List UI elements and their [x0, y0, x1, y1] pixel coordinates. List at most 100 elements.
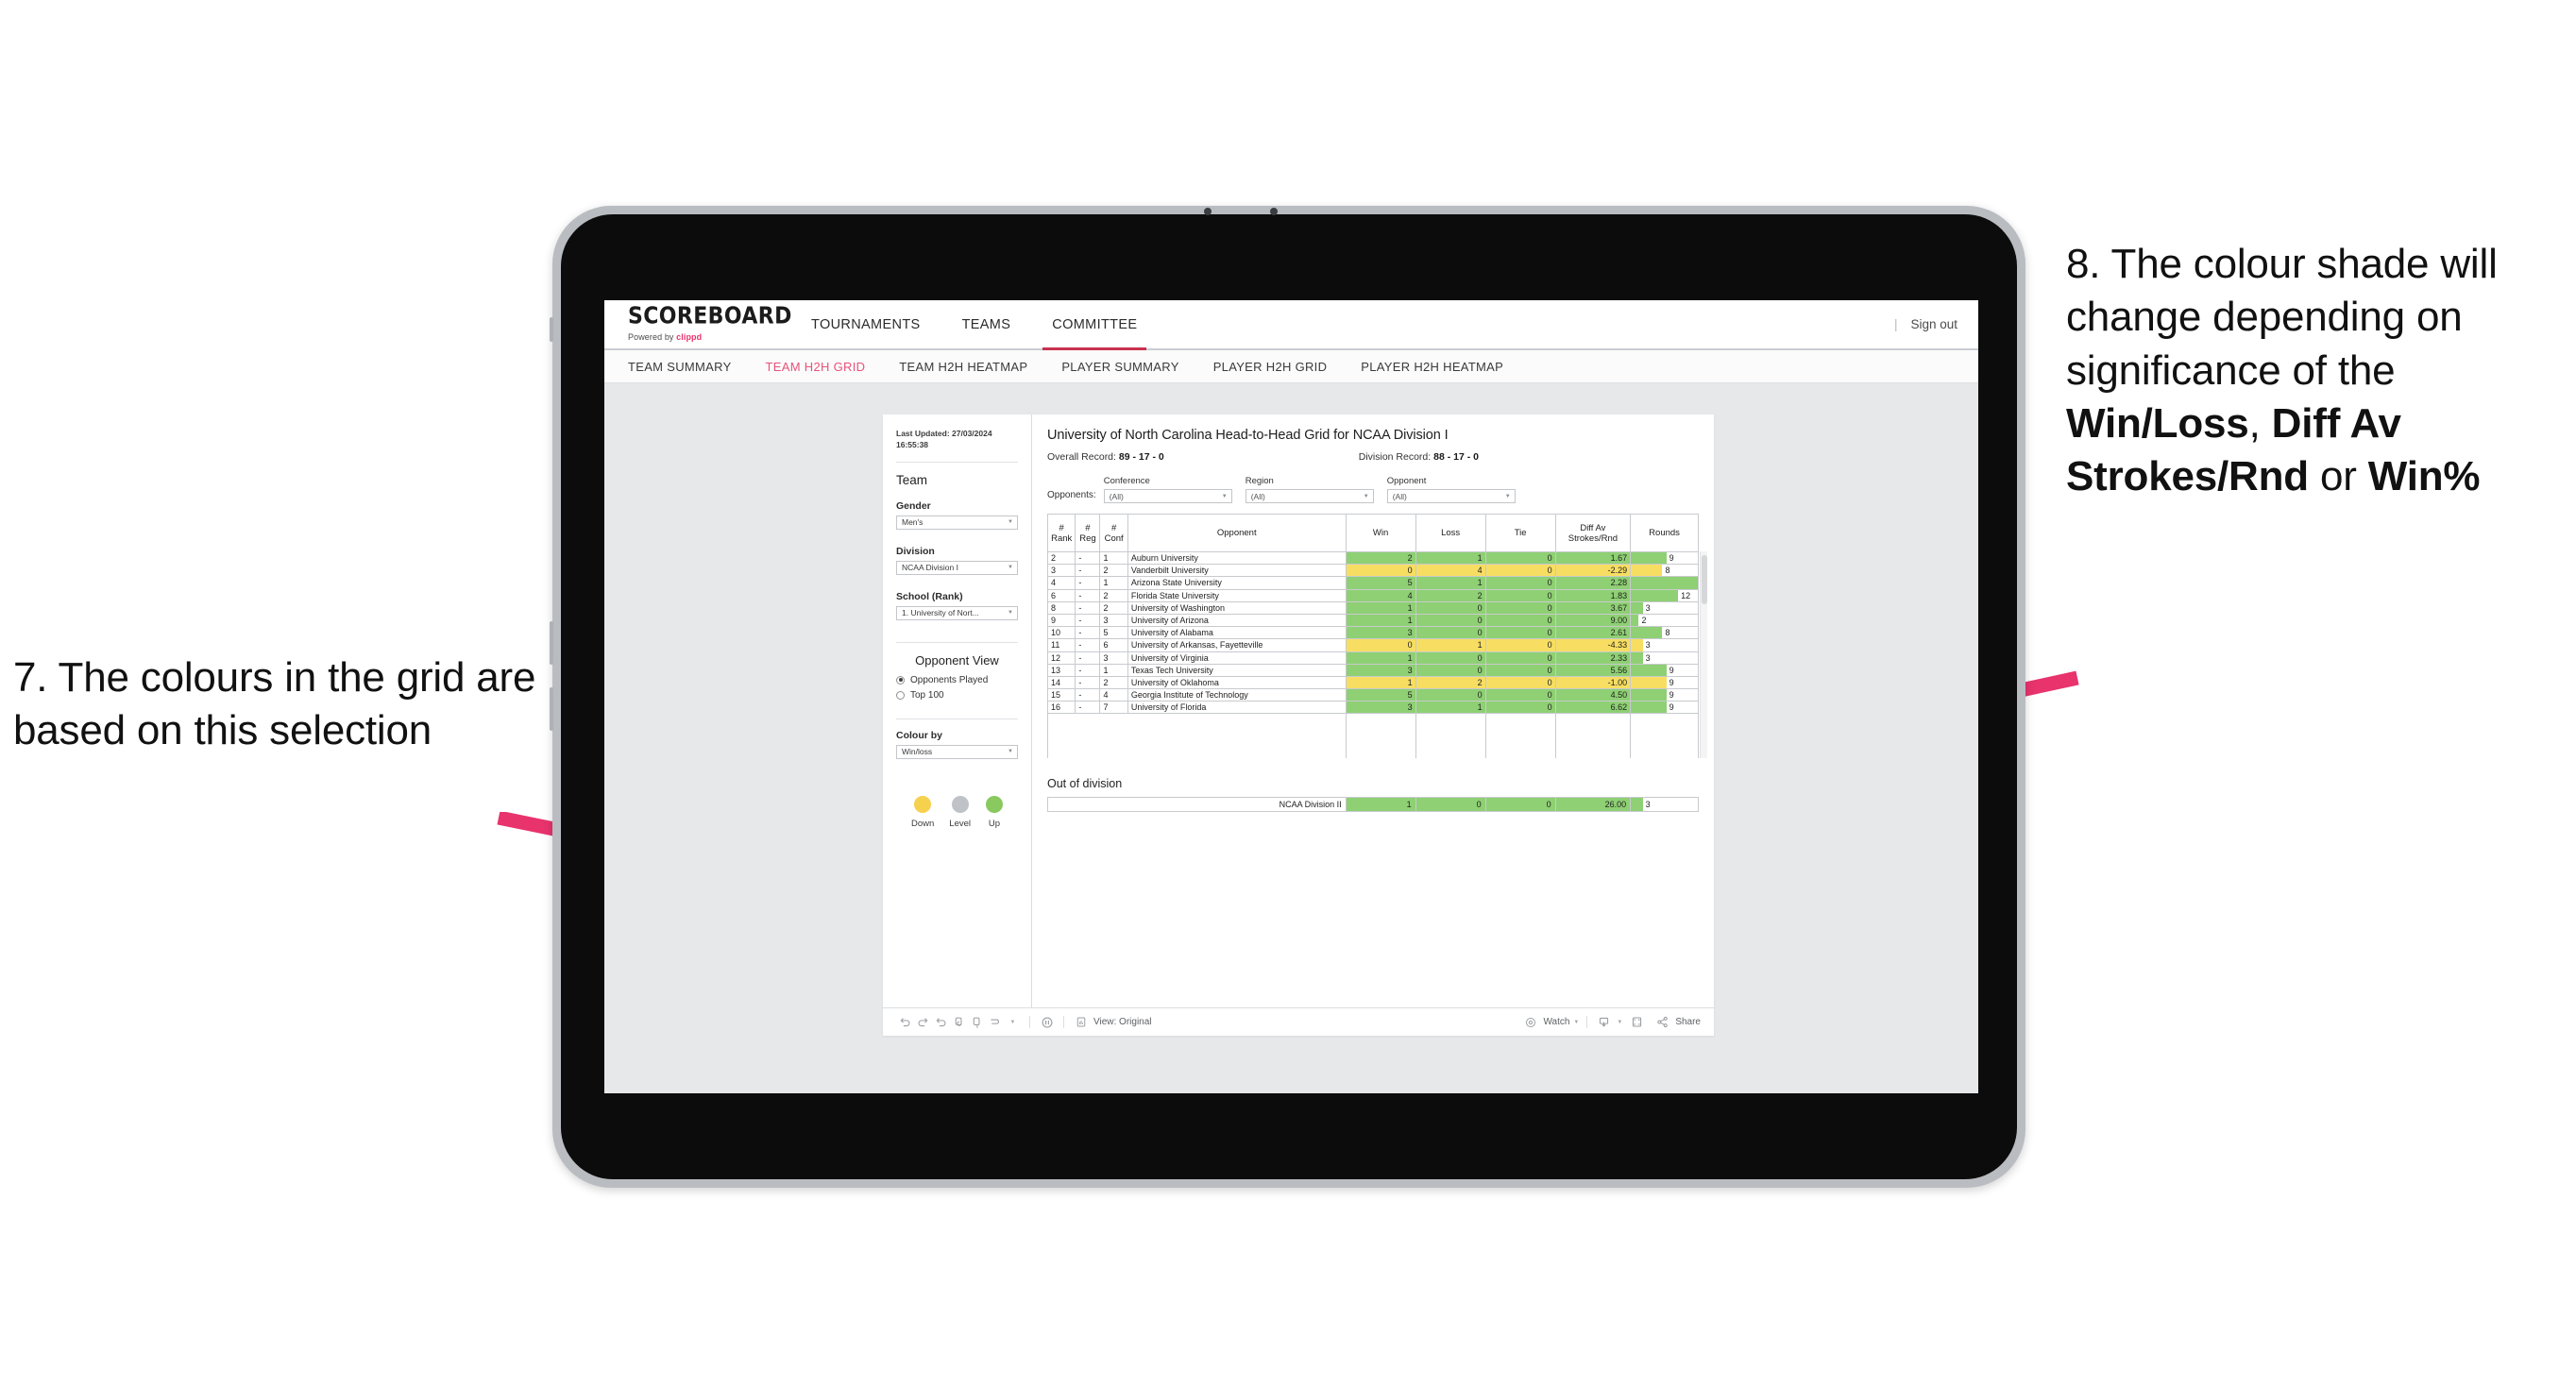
cell-rank[interactable]: 4: [1046, 576, 1076, 590]
cell-conf[interactable]: 5: [1099, 626, 1128, 640]
gender-select[interactable]: Men's ▼: [896, 515, 1018, 530]
table-row[interactable]: 16-7 University of Florida 3 1 0 6.62 9: [1046, 701, 1699, 715]
refresh-icon[interactable]: [950, 1015, 968, 1030]
reset-icon[interactable]: [986, 1015, 1004, 1030]
cell-win[interactable]: 5: [1345, 688, 1416, 702]
col-conf[interactable]: # Conf: [1099, 514, 1128, 552]
cell-reg[interactable]: -: [1075, 626, 1101, 640]
cell-loss[interactable]: 0: [1415, 688, 1486, 702]
col-rank[interactable]: # Rank: [1046, 514, 1076, 552]
cell-win[interactable]: 1: [1345, 613, 1416, 628]
subnav-team-h2h-grid[interactable]: TEAM H2H GRID: [766, 360, 866, 374]
cell-conf[interactable]: 1: [1099, 576, 1128, 590]
cell-win[interactable]: 3: [1345, 701, 1416, 715]
cell-diff[interactable]: 3.67: [1554, 600, 1632, 615]
cell-win[interactable]: 3: [1345, 663, 1416, 677]
cell-tie[interactable]: 0: [1484, 550, 1556, 566]
col-reg[interactable]: # Reg: [1075, 514, 1101, 552]
col-diff-av-strokes[interactable]: Diff Av Strokes/Rnd: [1554, 514, 1632, 552]
cell-loss[interactable]: 2: [1415, 588, 1486, 602]
school-rank-select[interactable]: 1. University of Nort... ▼: [896, 605, 1018, 620]
cell-diff[interactable]: 1.83: [1554, 588, 1632, 602]
radio-top-100[interactable]: Top 100: [896, 690, 1018, 701]
table-row[interactable]: 3-2 Vanderbilt University 0 4 0 -2.29 8: [1046, 564, 1699, 578]
col-tie[interactable]: Tie: [1484, 514, 1556, 552]
cell-win[interactable]: 4: [1345, 588, 1416, 602]
cell-reg[interactable]: -: [1075, 600, 1101, 615]
cell-rank[interactable]: 9: [1046, 613, 1076, 628]
topnav-committee[interactable]: COMMITTEE: [1031, 300, 1158, 350]
cell-rank[interactable]: 15: [1046, 688, 1076, 702]
cell-diff[interactable]: -1.00: [1554, 675, 1632, 690]
cell-rank[interactable]: 3: [1046, 564, 1076, 578]
cell-opponent[interactable]: Vanderbilt University: [1127, 564, 1347, 578]
cell-tie[interactable]: 0: [1484, 688, 1556, 702]
cell-opponent[interactable]: Georgia Institute of Technology: [1127, 688, 1347, 702]
cell-rounds[interactable]: 17: [1630, 576, 1699, 590]
grid-scrollbar-thumb[interactable]: [1702, 555, 1707, 604]
col-loss[interactable]: Loss: [1415, 514, 1486, 552]
cell-tie[interactable]: 0: [1484, 576, 1556, 590]
cell-loss[interactable]: 1: [1415, 576, 1486, 590]
cell-loss[interactable]: 4: [1415, 564, 1486, 578]
cell-rounds[interactable]: 9: [1630, 675, 1699, 690]
share-button[interactable]: Share: [1653, 1015, 1701, 1030]
cell-diff[interactable]: 4.50: [1554, 688, 1632, 702]
filter-conference-select[interactable]: (All) ▼: [1103, 489, 1232, 503]
cell-opponent[interactable]: University of Arkansas, Fayetteville: [1127, 638, 1347, 652]
cell-rank[interactable]: 13: [1046, 663, 1076, 677]
colour-by-select[interactable]: Win/loss ▼: [896, 744, 1018, 759]
cell-loss[interactable]: 0: [1415, 613, 1486, 628]
table-row[interactable]: 15-4 Georgia Institute of Technology 5 0 0 4.…: [1046, 688, 1699, 702]
cell-rank[interactable]: 16: [1046, 701, 1076, 715]
cell-reg[interactable]: -: [1075, 576, 1101, 590]
table-row[interactable]: 6-2 Florida State University 4 2 0 1.83 12: [1046, 588, 1699, 602]
topnav-tournaments[interactable]: TOURNAMENTS: [790, 300, 941, 348]
filter-opponent-select[interactable]: (All) ▼: [1386, 489, 1516, 503]
cell-conf[interactable]: 7: [1099, 701, 1128, 715]
cell-reg[interactable]: -: [1075, 588, 1101, 602]
cell-loss[interactable]: 0: [1415, 651, 1486, 665]
cell-conf[interactable]: 2: [1099, 675, 1128, 690]
app-logo[interactable]: SCOREBOARD Powered by clippd: [628, 305, 791, 342]
cell-diff[interactable]: 2.61: [1554, 626, 1632, 640]
cell-win[interactable]: 0: [1345, 564, 1416, 578]
cell-rounds[interactable]: 3: [1630, 796, 1699, 812]
table-row[interactable]: 13-1 Texas Tech University 3 0 0 5.56 9: [1046, 663, 1699, 677]
table-row[interactable]: 14-2 University of Oklahoma 1 2 0 -1.00 9: [1046, 675, 1699, 690]
cell-rounds[interactable]: 3: [1630, 600, 1699, 615]
sign-out-link[interactable]: Sign out: [1910, 317, 1957, 331]
cell-rank[interactable]: 8: [1046, 600, 1076, 615]
cell-rank[interactable]: 10: [1046, 626, 1076, 640]
cell-loss[interactable]: 1: [1415, 638, 1486, 652]
filter-region-select[interactable]: (All) ▼: [1245, 489, 1374, 503]
fullscreen-icon[interactable]: [1628, 1015, 1646, 1030]
cell-conf[interactable]: 4: [1099, 688, 1128, 702]
cell-rounds[interactable]: 3: [1630, 651, 1699, 665]
view-original-button[interactable]: View: Original: [1072, 1015, 1152, 1030]
cell-rounds[interactable]: 9: [1630, 701, 1699, 715]
cell-win[interactable]: 1: [1345, 675, 1416, 690]
cell-conf[interactable]: 3: [1099, 651, 1128, 665]
table-row[interactable]: 2-1 Auburn University 2 1 0 1.67 9: [1046, 550, 1699, 566]
cell-win[interactable]: 0: [1345, 638, 1416, 652]
cell-reg[interactable]: -: [1075, 613, 1101, 628]
table-row[interactable]: 10-5 University of Alabama 3 0 0 2.61 8: [1046, 626, 1699, 640]
subnav-team-summary[interactable]: TEAM SUMMARY: [628, 360, 732, 374]
division-select[interactable]: NCAA Division I ▼: [896, 560, 1018, 575]
chevron-down-icon[interactable]: ▼: [1004, 1015, 1022, 1030]
out-of-division-row[interactable]: NCAA Division II 1 0 0 26.00 3: [1047, 796, 1699, 812]
cell-tie[interactable]: 0: [1484, 638, 1556, 652]
cell-reg[interactable]: -: [1075, 638, 1101, 652]
cell-rank[interactable]: 14: [1046, 675, 1076, 690]
cell-diff[interactable]: 2.33: [1554, 651, 1632, 665]
cell-conf[interactable]: 2: [1099, 588, 1128, 602]
cell-opponent[interactable]: Arizona State University: [1127, 576, 1347, 590]
cell-ood-opponent[interactable]: NCAA Division II: [1047, 796, 1347, 812]
cell-ood-win[interactable]: 1: [1345, 796, 1416, 812]
cell-tie[interactable]: 0: [1484, 613, 1556, 628]
cell-reg[interactable]: -: [1075, 688, 1101, 702]
cell-opponent[interactable]: University of Alabama: [1127, 626, 1347, 640]
cell-loss[interactable]: 2: [1415, 675, 1486, 690]
table-row[interactable]: 8-2 University of Washington 1 0 0 3.67 3: [1046, 600, 1699, 615]
